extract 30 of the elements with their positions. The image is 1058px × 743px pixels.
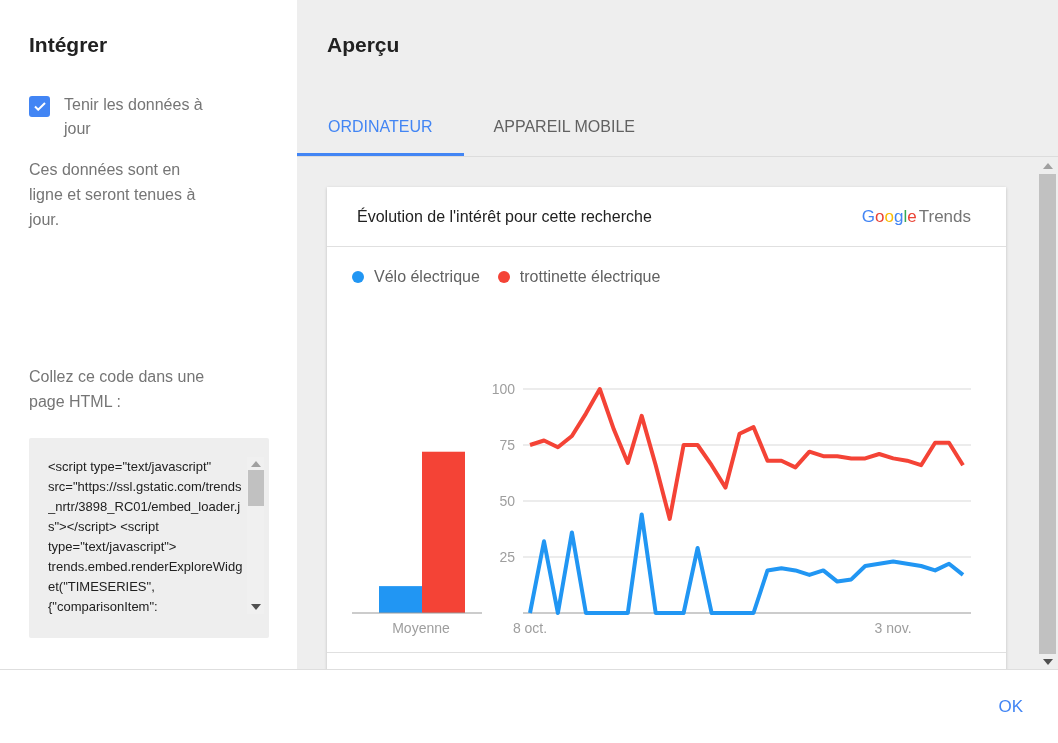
scroll-thumb[interactable]	[247, 470, 264, 506]
legend-dot	[497, 271, 510, 283]
legend-label: trottinette électrique	[519, 268, 661, 286]
axis-label: Moyenne	[392, 620, 450, 636]
ok-button[interactable]: OK	[988, 688, 1033, 725]
code-text: <script type="text/javascript" src="https://ssl.gstatic.com/trends_nrtr/3898_RC01/embed_loader.js"></script> <script type="text/javascript"> trends.embed.renderExploreWidget("TIMESERIES", {"comparisonItem":	[48, 458, 244, 616]
y-tick-label: 25	[499, 549, 515, 565]
scroll-down-icon[interactable]	[250, 604, 261, 610]
y-tick-label: 75	[499, 437, 515, 453]
description-text: Ces données sont en ligne et seront tenues à jour.	[29, 160, 197, 230]
x-tick-label: 3 nov.	[874, 620, 912, 636]
panel-title: Intégrer	[29, 32, 109, 58]
checkbox[interactable]	[29, 96, 50, 117]
y-tick-label: 100	[491, 381, 515, 397]
x-tick-label: 8 oct.	[512, 620, 548, 636]
y-tick-label: 50	[499, 493, 515, 509]
scroll-down-icon[interactable]	[1042, 659, 1053, 665]
scroll-up-icon[interactable]	[250, 461, 261, 467]
card-title: Évolution de l'intérêt pour cette recherche	[357, 207, 652, 226]
legend-label: Vélo électrique	[374, 268, 480, 286]
scroll-up-icon[interactable]	[1042, 163, 1053, 169]
tab[interactable]: ORDINATEUR	[297, 100, 464, 156]
legend-dot	[352, 271, 364, 283]
tab[interactable]: APPAREIL MOBILE	[463, 100, 664, 156]
preview-title: Aperçu	[326, 32, 401, 58]
instruction-text: Collez ce code dans une page HTML :	[29, 367, 206, 412]
code-box[interactable]	[29, 438, 269, 638]
checkbox-label: Tenir les données à jour	[64, 95, 204, 139]
google-trends-logo: GoogleTrends	[861, 206, 971, 227]
check-icon	[33, 102, 46, 111]
